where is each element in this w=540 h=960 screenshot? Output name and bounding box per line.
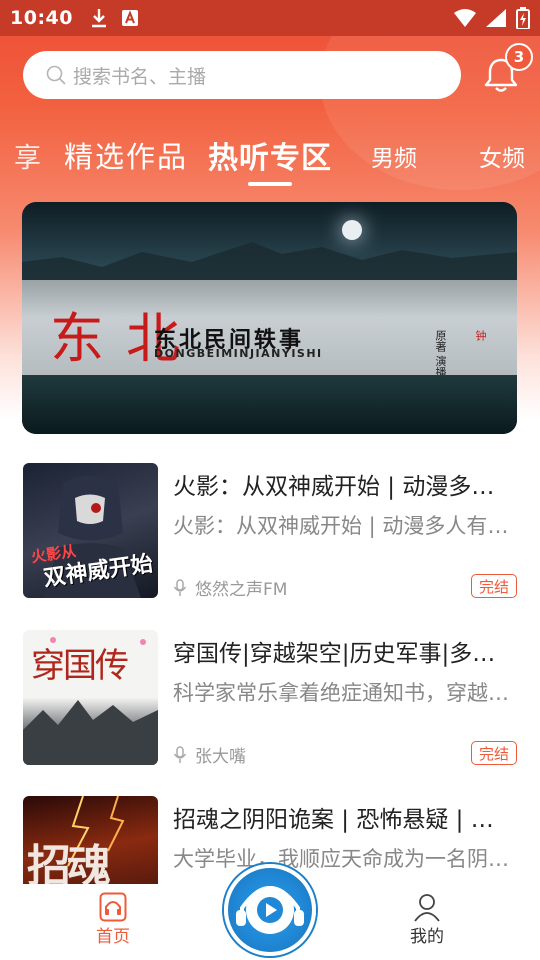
notification-badge: 3 [505, 43, 533, 71]
signal-icon [486, 9, 506, 27]
banner-skyline [22, 242, 517, 282]
item-description: 火影：从双神威开始 | 动漫多人有声剧 [173, 514, 513, 538]
status-time: 10:40 [10, 7, 73, 29]
item-author: 张大嘴 [173, 742, 246, 767]
home-headphones-icon [99, 892, 127, 922]
download-icon [91, 9, 106, 28]
microphone-icon [173, 578, 187, 596]
app-notification-icon [121, 10, 138, 26]
album-cover: 火影从 双神威开始 [23, 463, 158, 598]
status-bar: 10:40 [0, 0, 540, 36]
tab-active-indicator [248, 182, 292, 186]
list-item[interactable]: 火影从 双神威开始 火影：从双神威开始 | 动漫多人有声剧 火影：从双神威开始 … [0, 463, 540, 600]
author-name: 悠然之声FM [195, 580, 288, 600]
banner-credit: 原著 演播 [434, 330, 447, 378]
search-icon [46, 65, 66, 85]
banner-pinyin: DONGBEIMINJIANYISHI [154, 347, 323, 360]
featured-banner[interactable]: 东北 东北民间轶事 DONGBEIMINJIANYISHI 原著 演播 钟 [22, 202, 517, 434]
author-name: 张大嘴 [195, 747, 246, 767]
nav-mine[interactable]: 我的 [387, 892, 467, 947]
item-title: 火影：从双神威开始 | 动漫多人有声剧 [173, 474, 503, 500]
album-cover: 穿国传 [23, 630, 158, 765]
nav-home-label: 首页 [96, 927, 130, 947]
tab-male[interactable]: 男频 [371, 139, 417, 173]
status-badge: 完结 [471, 741, 517, 765]
banner-seal: 钟 [474, 330, 487, 341]
player-button[interactable] [224, 864, 316, 956]
list-item[interactable]: 穿国传 穿国传|穿越架空|历史军事|多人有声剧 科学家常乐拿着绝症通知书，穿越到… [0, 630, 540, 767]
battery-icon [516, 7, 530, 29]
banner-ground [22, 375, 517, 434]
search-placeholder: 搜索书名、主播 [73, 65, 207, 88]
tab-female[interactable]: 女频 [479, 139, 525, 173]
status-badge: 完结 [471, 574, 517, 598]
item-title: 招魂之阴阳诡案 | 恐怖悬疑 | 多人有声剧 [173, 807, 503, 833]
microphone-icon [173, 745, 187, 763]
tab-partial[interactable]: 享 [14, 136, 41, 175]
wifi-icon [454, 9, 476, 27]
nav-home[interactable]: 首页 [73, 892, 153, 947]
item-author: 悠然之声FM [173, 575, 287, 600]
item-title: 穿国传|穿越架空|历史军事|多人有声剧 [173, 641, 503, 667]
search-input[interactable]: 搜索书名、主播 [23, 51, 461, 99]
tab-hot[interactable]: 热听专区 [208, 133, 332, 177]
user-icon [414, 894, 440, 922]
item-description: 科学家常乐拿着绝症通知书，穿越到了古代 [173, 681, 513, 705]
category-tabs: 享 精选作品 热听专区 男频 女频 [0, 128, 540, 188]
cover-battle-art [23, 637, 158, 765]
tab-featured[interactable]: 精选作品 [64, 134, 188, 176]
nav-mine-label: 我的 [410, 927, 444, 947]
play-headphones-icon [236, 886, 304, 934]
item-description: 大学毕业，我顺应天命成为一名阴阳先生 [173, 847, 513, 871]
